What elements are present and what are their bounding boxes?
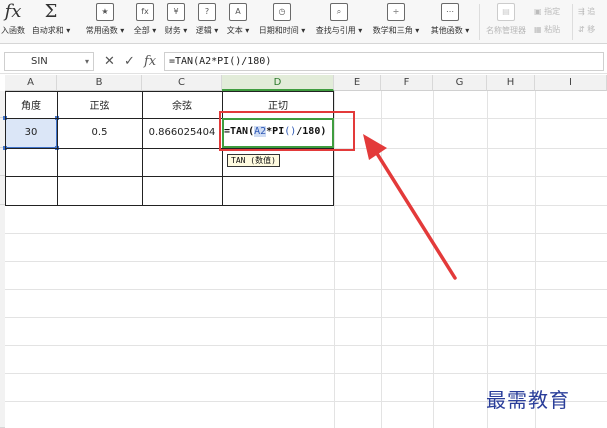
gridline [5,289,607,290]
header-cell-angle[interactable]: 角度 [5,97,57,112]
recent-functions-button[interactable]: ★ 常用函数 ▾ [80,0,130,44]
header-cell-sine[interactable]: 正弦 [57,97,142,112]
sigma-icon: Σ [44,1,58,22]
math-button[interactable]: ÷ 数学和三角 ▾ [368,0,424,44]
column-header-b[interactable]: B [57,75,142,91]
cell-c2-value[interactable]: 0.866025404 [142,127,222,138]
text-function-icon: A [229,3,247,21]
autosum-button[interactable]: Σ 自动求和 ▾ [27,0,75,44]
trace-precedents-button[interactable]: ⇶ 追 [578,6,595,17]
datetime-icon: ◷ [273,3,291,21]
logical-icon: ? [198,3,216,21]
gridline [5,233,607,234]
financial-icon: ¥ [167,3,185,21]
table-border [5,176,334,177]
function-tooltip: TAN (数值) [227,154,280,167]
column-header-i[interactable]: I [535,75,607,91]
confirm-icon[interactable]: ✓ [124,53,135,71]
all-functions-label: 全部 ▾ [133,26,157,35]
fx-icon[interactable]: fx [144,53,156,71]
trace-icon: ⇶ [578,7,585,16]
name-manager-icon: ▤ [497,3,515,21]
all-functions-icon: fx [136,3,154,21]
cell-b2-value[interactable]: 0.5 [57,127,142,138]
formula-bar: SIN ▾ ✕ ✓ fx =TAN(A2*PI()/180) [0,50,607,74]
lookup-button[interactable]: ⌕ 查找与引用 ▾ [311,0,367,44]
ribbon-divider [479,4,480,40]
financial-label: 财务 ▾ [164,26,188,35]
all-functions-button[interactable]: fx 全部 ▾ [130,0,160,44]
highlight-box [219,111,355,151]
insert-function-label: 入函数 [1,26,25,35]
column-header-a[interactable]: A [5,75,57,91]
spreadsheet-grid[interactable]: A B C D E F G H I 角度 正弦 余弦 正切 30 0.5 0.8… [0,75,607,428]
math-label: 数学和三角 ▾ [372,26,420,35]
name-box[interactable]: SIN ▾ [4,52,94,71]
gridline [5,261,607,262]
gridline [535,91,536,428]
ribbon-divider [572,4,573,40]
text-function-label: 文本 ▾ [226,26,250,35]
datetime-button[interactable]: ◷ 日期和时间 ▾ [254,0,310,44]
paste-label: 粘贴 [544,25,561,34]
remove-arrows-button[interactable]: ⇵ 移 [578,24,595,35]
paste-button[interactable]: ▦ 粘贴 [534,24,560,35]
logical-button[interactable]: ? 逻辑 ▾ [192,0,222,44]
annotation-arrow-icon [363,134,457,280]
column-header-h[interactable]: H [487,75,535,91]
header-cell-tangent[interactable]: 正切 [222,97,334,112]
chevron-down-icon[interactable]: ▾ [85,53,89,70]
autosum-label: 自动求和 ▾ [31,26,71,35]
watermark: 最需教育 [486,388,570,412]
trace-label: 追 [587,7,596,16]
more-functions-button[interactable]: ⋯ 其他函数 ▾ [425,0,475,44]
gridline [5,373,607,374]
name-manager-button[interactable]: ▤ 名称管理器 [482,0,530,44]
table-border [5,91,334,92]
formulas-ribbon: fx 入函数 Σ 自动求和 ▾ ★ 常用函数 ▾ fx 全部 ▾ ¥ 财务 ▾ … [0,0,607,44]
name-manager-label: 名称管理器 [486,26,526,35]
cell-a2-value[interactable]: 30 [5,127,57,138]
fx-icon: fx [4,1,22,22]
gridline [5,345,607,346]
specify-button[interactable]: ▣ 指定 [534,6,560,17]
recent-functions-icon: ★ [96,3,114,21]
formula-input[interactable]: =TAN(A2*PI()/180) [164,52,604,71]
text-function-button[interactable]: A 文本 ▾ [223,0,253,44]
column-header-g[interactable]: G [433,75,487,91]
specify-label: 指定 [544,7,561,16]
header-cell-cosine[interactable]: 余弦 [142,97,222,112]
table-border [5,205,334,206]
gridline [5,317,607,318]
specify-icon: ▣ [534,7,542,16]
math-icon: ÷ [387,3,405,21]
more-functions-label: 其他函数 ▾ [430,26,470,35]
column-header-d[interactable]: D [222,75,334,91]
name-box-value: SIN [31,56,48,67]
logical-label: 逻辑 ▾ [195,26,219,35]
datetime-label: 日期和时间 ▾ [258,26,306,35]
column-header-f[interactable]: F [381,75,433,91]
financial-button[interactable]: ¥ 财务 ▾ [161,0,191,44]
gridline [487,91,488,428]
remove-arrows-icon: ⇵ [578,25,585,34]
paste-icon: ▦ [534,25,542,34]
cancel-icon[interactable]: ✕ [104,53,115,71]
column-header-c[interactable]: C [142,75,222,91]
insert-function-button[interactable]: fx 入函数 [0,0,26,44]
recent-functions-label: 常用函数 ▾ [85,26,125,35]
lookup-icon: ⌕ [330,3,348,21]
lookup-label: 查找与引用 ▾ [315,26,363,35]
more-functions-icon: ⋯ [441,3,459,21]
column-header-e[interactable]: E [334,75,381,91]
remove-arrows-label: 移 [587,25,596,34]
